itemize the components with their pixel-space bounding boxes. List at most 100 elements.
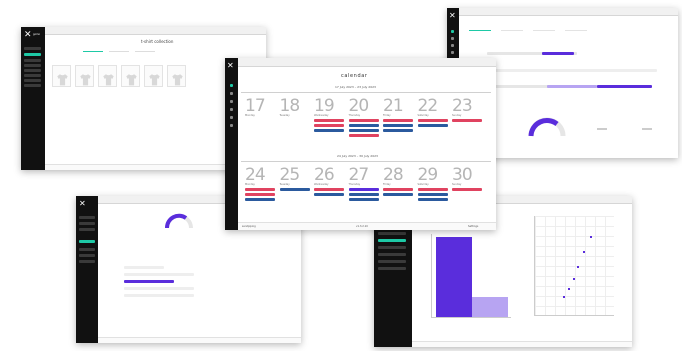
calendar-event[interactable]	[383, 119, 413, 122]
calendar-event[interactable]	[452, 188, 482, 191]
sidebar-item-6[interactable]	[230, 124, 233, 127]
day-number[interactable]: 30	[452, 165, 473, 185]
calendar-event[interactable]	[245, 198, 275, 201]
calendar-event[interactable]	[348, 119, 379, 122]
sidebar-item-4[interactable]	[230, 108, 233, 111]
product-card-3[interactable]	[98, 65, 117, 87]
day-number[interactable]: 23	[452, 96, 473, 116]
day-number[interactable]: 19	[314, 96, 335, 116]
product-card-4[interactable]	[121, 65, 140, 87]
sidebar-item-3[interactable]	[451, 44, 454, 47]
sidebar-item-4[interactable]	[378, 253, 406, 256]
sidebar-item-5[interactable]	[378, 260, 406, 263]
sidebar-item-1[interactable]	[79, 216, 95, 219]
calendar-event[interactable]	[314, 188, 344, 191]
sidebar-item-3[interactable]	[24, 59, 41, 62]
calendar-event[interactable]	[314, 119, 344, 122]
overview-gauge	[164, 213, 193, 229]
sidebar-item-3[interactable]	[230, 100, 233, 103]
calendar-event[interactable]	[348, 129, 379, 132]
day-number[interactable]: 17	[245, 96, 266, 116]
calendar-event[interactable]	[348, 124, 379, 127]
catalog-tab-2[interactable]	[109, 46, 129, 52]
dashboard-tab-4[interactable]	[565, 21, 587, 31]
calendar-event[interactable]	[452, 119, 482, 122]
dashboard-tab-1[interactable]	[469, 21, 491, 31]
sidebar-item-active[interactable]	[24, 53, 41, 56]
day-number[interactable]: 18	[280, 96, 301, 116]
catalog-title: t-shirt collection	[141, 39, 174, 44]
day-name: Wednesday	[314, 114, 329, 117]
sidebar-item-7[interactable]	[79, 260, 95, 263]
sidebar-item-active[interactable]	[79, 240, 95, 243]
sidebar-item-5[interactable]	[24, 69, 41, 72]
sidebar-item-active[interactable]	[378, 239, 406, 242]
calendar-event[interactable]	[348, 188, 379, 191]
sidebar-item-6[interactable]	[378, 267, 406, 270]
day-number[interactable]: 28	[383, 165, 404, 185]
calendar-event[interactable]	[383, 124, 413, 127]
sidebar-item-5[interactable]	[79, 248, 95, 251]
day-name: Thursday	[348, 183, 361, 186]
sidebar-item-3[interactable]	[79, 228, 95, 231]
catalog-tab-3[interactable]	[135, 46, 155, 52]
day-number[interactable]: 20	[349, 96, 370, 116]
calendar-event[interactable]	[314, 124, 344, 127]
day-number[interactable]: 27	[349, 165, 370, 185]
calendar-event[interactable]	[314, 129, 344, 132]
calendar-event[interactable]	[383, 193, 413, 196]
calendar-event[interactable]	[348, 198, 379, 201]
footer-settings-link[interactable]: Settings	[468, 225, 478, 228]
product-card-5[interactable]	[144, 65, 163, 87]
product-card-1[interactable]	[52, 65, 71, 87]
calendar-event[interactable]	[417, 198, 448, 201]
sidebar-item-5[interactable]	[230, 116, 233, 119]
day-name: Saturday	[417, 183, 429, 186]
sidebar-item-7[interactable]	[24, 79, 41, 82]
sidebar-item-8[interactable]	[24, 84, 41, 87]
day-number[interactable]: 26	[314, 165, 335, 185]
sidebar-item-1[interactable]	[378, 232, 406, 235]
dashboard-tab-2[interactable]	[501, 21, 523, 31]
product-card-6[interactable]	[167, 65, 186, 87]
day-number[interactable]: 25	[280, 165, 301, 185]
calendar-event[interactable]	[245, 188, 275, 191]
day-number[interactable]: 22	[418, 96, 439, 116]
sidebar-item-1[interactable]	[451, 30, 454, 33]
calendar-event[interactable]	[383, 129, 413, 132]
calendar-event[interactable]	[417, 119, 448, 122]
logo-x-icon: ✕	[24, 30, 32, 40]
day-number[interactable]: 21	[383, 96, 404, 116]
calendar-event[interactable]	[417, 124, 448, 127]
sidebar-item-active[interactable]	[230, 84, 233, 87]
sidebar-item-2[interactable]	[451, 37, 454, 40]
day-number[interactable]: 29	[418, 165, 439, 185]
list-row-4	[124, 287, 194, 290]
calendar-event[interactable]	[383, 188, 413, 191]
week1-divider	[241, 92, 491, 93]
sidebar-item-6[interactable]	[79, 254, 95, 257]
calendar-event[interactable]	[417, 193, 448, 196]
catalog-tab-1[interactable]	[83, 46, 103, 52]
sidebar-item-1[interactable]	[24, 47, 41, 50]
dashboard-tab-3[interactable]	[533, 21, 555, 31]
day-name: Friday	[383, 114, 391, 117]
overview-sidebar: ✕	[76, 196, 98, 343]
product-card-2[interactable]	[75, 65, 94, 87]
bar-chart	[431, 234, 511, 318]
calendar-event[interactable]	[314, 193, 344, 196]
calendar-event[interactable]	[417, 188, 448, 191]
day-number[interactable]: 24	[245, 165, 266, 185]
calendar-event[interactable]	[348, 193, 379, 196]
calendar-event[interactable]	[245, 193, 275, 196]
sidebar-item-2[interactable]	[230, 92, 233, 95]
sidebar-item-2[interactable]	[79, 222, 95, 225]
calendar-event[interactable]	[279, 188, 310, 191]
bar-light	[472, 297, 508, 317]
week1-title: 17 July 2023 – 23 July 2023	[335, 85, 376, 89]
calendar-event[interactable]	[348, 134, 379, 137]
sidebar-item-4[interactable]	[24, 64, 41, 67]
sidebar-item-6[interactable]	[24, 74, 41, 77]
sidebar-item-3[interactable]	[378, 246, 406, 249]
sidebar-item-4[interactable]	[451, 51, 454, 54]
